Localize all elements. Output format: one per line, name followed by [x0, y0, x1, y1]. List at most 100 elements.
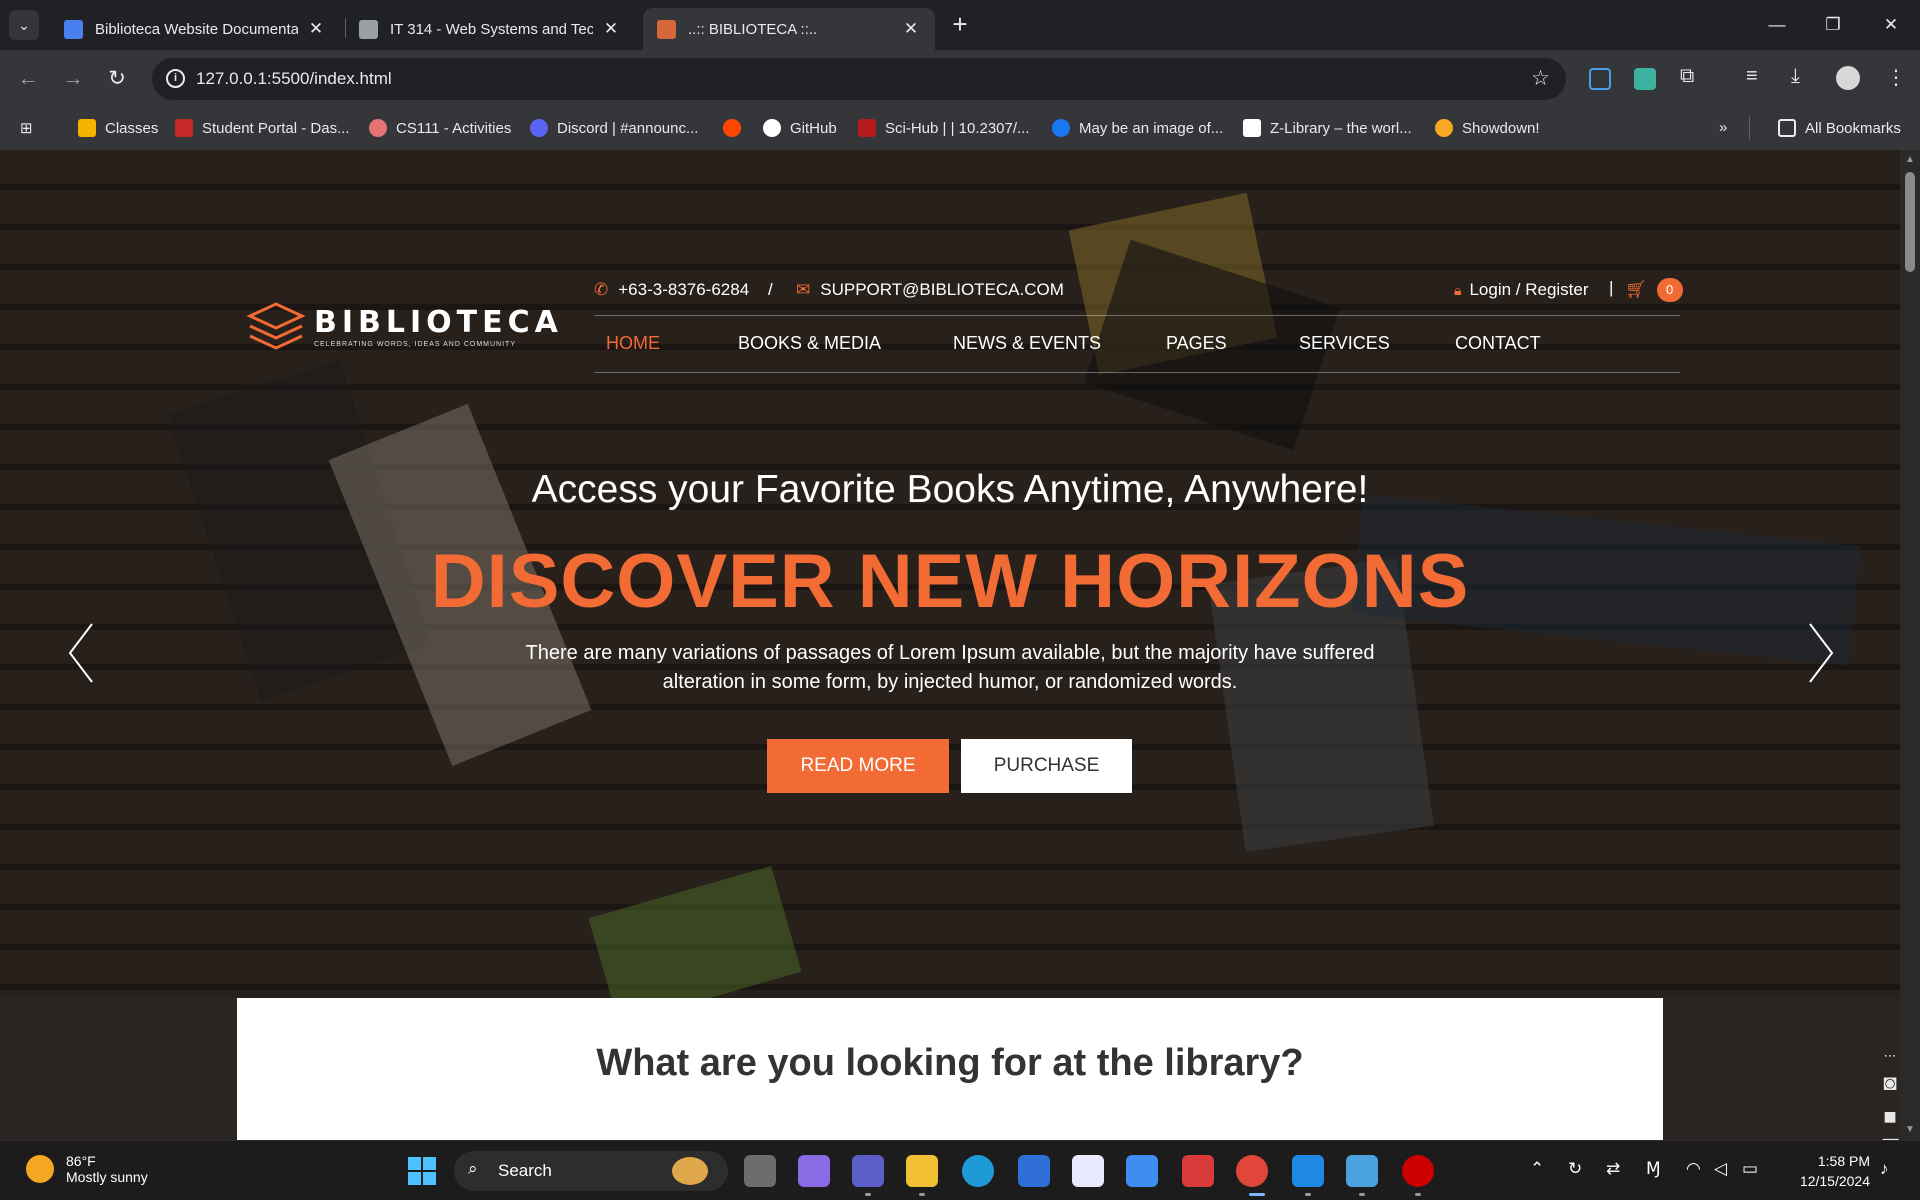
- apps-grid-icon[interactable]: ⊞: [20, 119, 33, 137]
- weather-condition: Mostly sunny: [66, 1169, 148, 1185]
- bookmark-star-icon[interactable]: ☆: [1531, 66, 1550, 91]
- screen-capture-icon[interactable]: [1589, 68, 1611, 90]
- monitor-icon[interactable]: Ɱ: [1646, 1159, 1661, 1179]
- windows-start-icon[interactable]: [406, 1155, 438, 1187]
- minimize-button[interactable]: —: [1757, 10, 1797, 40]
- bookmark-reddit[interactable]: [723, 119, 750, 137]
- weather-widget[interactable]: 86°F Mostly sunny: [26, 1153, 148, 1185]
- teams-icon[interactable]: [852, 1155, 884, 1187]
- site-logo[interactable]: BIBLIOTECA CELEBRATING WORDS, IDEAS AND …: [246, 300, 563, 354]
- purchase-button[interactable]: PURCHASE: [961, 739, 1132, 793]
- scroll-up-arrow-icon[interactable]: ▲: [1905, 154, 1915, 165]
- copilot-icon[interactable]: [798, 1155, 830, 1187]
- more-options-icon[interactable]: ⋯: [1876, 1048, 1900, 1064]
- bookmark-facebook[interactable]: May be an image of...: [1052, 119, 1223, 137]
- clock[interactable]: 1:58 PM 12/15/2024: [1778, 1151, 1870, 1191]
- back-button[interactable]: ←: [13, 64, 43, 94]
- close-icon[interactable]: ✕: [306, 19, 326, 39]
- tab-strip: ⌄ Biblioteca Website Documentat ✕ IT 314…: [0, 0, 1920, 50]
- tab-biblioteca-active[interactable]: ..:: BIBLIOTECA ::.. ✕: [643, 8, 935, 50]
- slider-next-arrow-icon[interactable]: [1800, 618, 1840, 688]
- all-bookmarks-label: All Bookmarks: [1805, 119, 1901, 137]
- url-text[interactable]: 127.0.0.1:5500/index.html: [196, 69, 392, 89]
- downloads-icon[interactable]: ⤓: [1791, 65, 1800, 88]
- tab-biblioteca-docs[interactable]: Biblioteca Website Documentat ✕: [50, 8, 340, 50]
- cart-button[interactable]: 🛒︎ 0: [1625, 278, 1683, 302]
- page-scrollbar[interactable]: ▲ ▼: [1900, 150, 1920, 1140]
- record-icon[interactable]: [1402, 1155, 1434, 1187]
- nav-services[interactable]: SERVICES: [1299, 333, 1390, 354]
- bookmark-discord[interactable]: Discord | #announc...: [530, 119, 698, 137]
- docs-icon: [64, 19, 83, 39]
- all-bookmarks[interactable]: All Bookmarks: [1778, 119, 1901, 137]
- forward-button[interactable]: →: [58, 64, 88, 94]
- restore-button[interactable]: ❐: [1813, 10, 1853, 40]
- tab-search-button[interactable]: ⌄: [9, 10, 39, 40]
- nav-pages[interactable]: PAGES: [1166, 333, 1227, 354]
- close-icon[interactable]: ✕: [601, 19, 621, 39]
- cart-icon: 🛒︎: [1625, 280, 1647, 299]
- profile-avatar[interactable]: [1836, 66, 1860, 90]
- running-indicator: [919, 1193, 925, 1196]
- extension-icon[interactable]: [1634, 68, 1656, 90]
- wps-office-icon[interactable]: [1182, 1155, 1214, 1187]
- bookmark-github[interactable]: GitHub: [763, 119, 837, 137]
- scrollbar-thumb[interactable]: [1905, 172, 1915, 272]
- bookmark-cs111[interactable]: CS111 - Activities: [369, 119, 511, 137]
- browser-toolbar: ← → ↻ i 127.0.0.1:5500/index.html ☆ ⧉ ≡ …: [0, 50, 1920, 108]
- bookmark-zlibrary[interactable]: Z-Library – the worl...: [1243, 119, 1412, 137]
- taskbar-search[interactable]: ⌕ Search: [454, 1151, 728, 1191]
- edge-icon[interactable]: [962, 1155, 994, 1187]
- media-controls-icon[interactable]: ≡: [1746, 65, 1758, 88]
- extensions-puzzle-icon[interactable]: ⧉: [1680, 65, 1694, 88]
- wifi-icon[interactable]: ◠: [1686, 1159, 1701, 1179]
- nav-news-events[interactable]: NEWS & EVENTS: [953, 333, 1101, 354]
- new-tab-button[interactable]: +: [947, 11, 973, 38]
- email-address: SUPPORT@BIBLIOTECA.COM: [820, 280, 1064, 299]
- reload-button[interactable]: ↻: [102, 64, 132, 94]
- sync-icon[interactable]: ↻: [1568, 1159, 1582, 1179]
- close-window-button[interactable]: ✕: [1871, 10, 1911, 40]
- books-icon: [657, 19, 676, 39]
- show-hidden-icons-chevron-icon[interactable]: ⌃: [1530, 1159, 1544, 1179]
- phone-link[interactable]: ✆ +63-3-8376-6284: [594, 280, 749, 300]
- volume-icon[interactable]: ◁: [1714, 1159, 1727, 1179]
- menu-kebab-icon[interactable]: ⋮: [1886, 65, 1906, 90]
- photos-icon[interactable]: [1346, 1155, 1378, 1187]
- bookmark-classes[interactable]: Classes: [78, 119, 158, 137]
- classroom-icon: [78, 119, 96, 137]
- video-camera-icon[interactable]: ■: [1876, 1104, 1900, 1130]
- file-explorer-icon[interactable]: [906, 1155, 938, 1187]
- email-link[interactable]: ✉ SUPPORT@BIBLIOTECA.COM: [796, 280, 1064, 300]
- bookmark-student-portal[interactable]: Student Portal - Das...: [175, 119, 350, 137]
- microsoft-store-icon[interactable]: [1018, 1155, 1050, 1187]
- nav-home[interactable]: HOME: [606, 333, 660, 354]
- lock-icon: 🔒︎: [1454, 281, 1462, 298]
- read-more-button[interactable]: READ MORE: [767, 739, 949, 793]
- task-view-icon[interactable]: [744, 1155, 776, 1187]
- bookmark-scihub[interactable]: Sci-Hub | | 10.2307/...: [858, 119, 1030, 137]
- chrome-icon[interactable]: [1236, 1155, 1268, 1187]
- bookmarks-divider: [1749, 116, 1750, 140]
- settings-sliders-icon[interactable]: ⇄: [1606, 1159, 1620, 1179]
- vscode-icon[interactable]: [1292, 1155, 1324, 1187]
- nav-books-media[interactable]: BOOKS & MEDIA: [738, 333, 881, 354]
- login-register-link[interactable]: 🔒︎ Login / Register: [1454, 280, 1589, 300]
- scroll-down-arrow-icon[interactable]: ▼: [1905, 1124, 1915, 1135]
- pokeball-icon: [1435, 119, 1453, 137]
- tab-it314[interactable]: IT 314 - Web Systems and Techn ✕: [345, 8, 635, 50]
- battery-icon[interactable]: ▭: [1742, 1159, 1758, 1179]
- address-bar[interactable]: i 127.0.0.1:5500/index.html ☆: [152, 58, 1566, 100]
- onedrive-icon[interactable]: [1126, 1155, 1158, 1187]
- chevron-down-icon: ⌄: [18, 16, 30, 33]
- bookmarks-overflow-icon[interactable]: »: [1719, 119, 1727, 136]
- site-info-icon[interactable]: i: [166, 69, 185, 88]
- notification-bell-icon[interactable]: ♪: [1880, 1159, 1889, 1179]
- slider-prev-arrow-icon[interactable]: [62, 618, 102, 688]
- bookmark-showdown[interactable]: Showdown!: [1435, 119, 1540, 137]
- nav-contact[interactable]: CONTACT: [1455, 333, 1541, 354]
- close-icon[interactable]: ✕: [901, 19, 921, 39]
- time: 1:58 PM: [1817, 1153, 1870, 1169]
- notes-app-icon[interactable]: [1072, 1155, 1104, 1187]
- camera-icon[interactable]: ◙: [1876, 1070, 1900, 1096]
